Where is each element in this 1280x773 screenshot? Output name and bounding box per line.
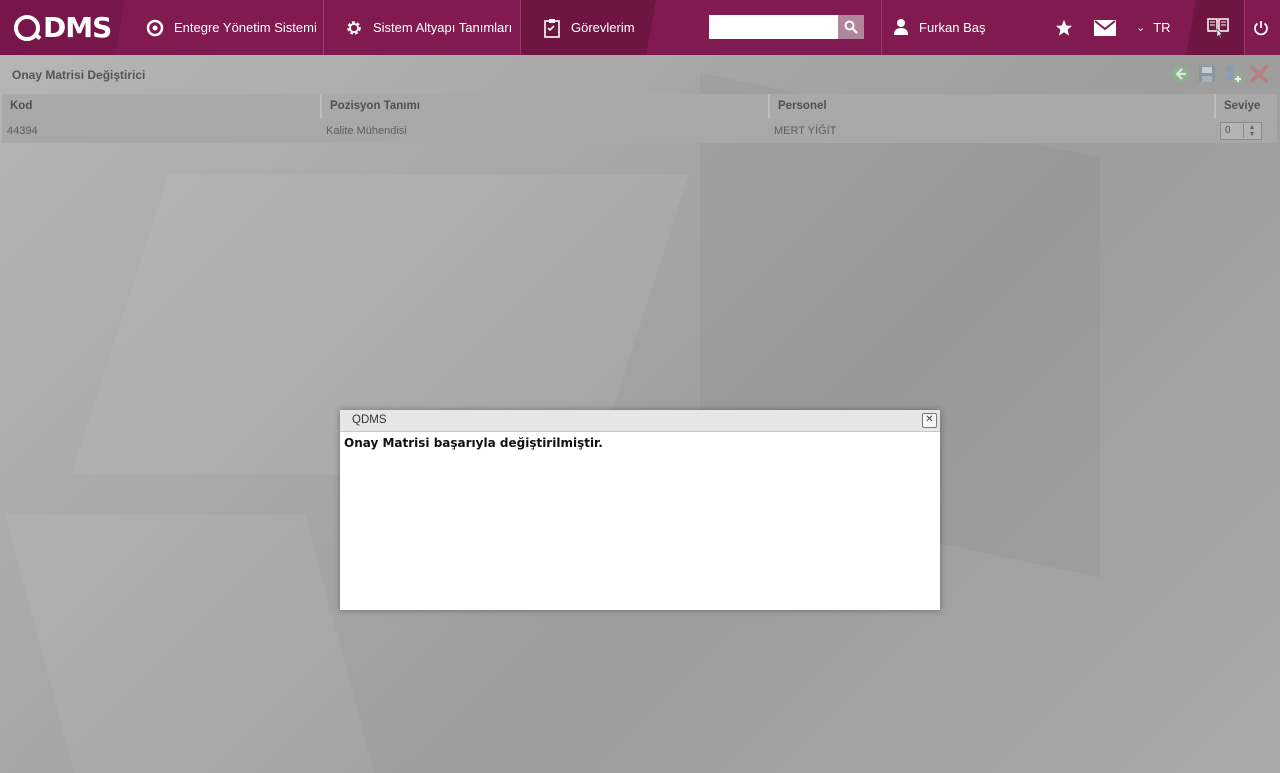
dialog-message: Onay Matrisi başarıyla değiştirilmiştir.: [344, 436, 603, 450]
page-title: Onay Matrisi Değiştirici: [12, 68, 146, 82]
nav-item-sistem[interactable]: Sistem Altyapı Tanımları: [345, 0, 512, 55]
column-header-kod[interactable]: Kod: [2, 94, 322, 118]
search-input[interactable]: [709, 15, 838, 39]
chevron-down-icon: ⌄: [1136, 22, 1146, 34]
messages-button[interactable]: [1092, 0, 1118, 55]
nav-divider: [323, 0, 324, 55]
chevron-up-icon[interactable]: ▲: [1249, 124, 1256, 131]
book-icon: [1207, 17, 1229, 38]
top-navigation-bar: DMS Entegre Yönetim Sistemi Sistem Altya…: [0, 0, 1280, 55]
dialog-close-button[interactable]: ✕: [922, 413, 937, 428]
favorites-button[interactable]: [1052, 0, 1076, 55]
approval-matrix-table: Kod Pozisyon Tanımı Personel Seviye 4439…: [2, 94, 1277, 143]
column-header-pozisyon[interactable]: Pozisyon Tanımı: [321, 94, 770, 118]
cell-pozisyon: Kalite Mühendisi: [321, 118, 769, 143]
add-user-icon: [1223, 65, 1243, 84]
nav-item-entegre[interactable]: Entegre Yönetim Sistemi: [146, 0, 317, 55]
cell-kod: 44394: [2, 118, 321, 143]
language-label: TR: [1153, 20, 1171, 35]
save-button[interactable]: [1196, 63, 1218, 85]
nav-divider: [881, 0, 882, 55]
level-stepper[interactable]: 0 ▲ ▼: [1220, 121, 1262, 140]
nav-divider: [1244, 0, 1245, 55]
table-header-row: Kod Pozisyon Tanımı Personel Seviye: [2, 94, 1277, 118]
nav-item-gorevlerim[interactable]: Görevlerim: [543, 0, 635, 55]
task-clipboard-icon: [543, 18, 561, 38]
message-dialog: QDMS ✕ Onay Matrisi başarıyla değiştiril…: [340, 410, 940, 610]
nav-item-label: Görevlerim: [571, 20, 635, 35]
language-selector[interactable]: ⌄ TR: [1136, 0, 1171, 55]
table-row[interactable]: 44394 Kalite Mühendisi MERT YİĞİT 0 ▲ ▼: [2, 118, 1277, 143]
nav-divider: [520, 0, 521, 55]
star-icon: [1055, 19, 1073, 36]
user-menu[interactable]: Furkan Baş: [893, 0, 985, 55]
mail-icon: [1094, 19, 1116, 36]
user-name: Furkan Baş: [919, 20, 986, 35]
add-user-button[interactable]: [1222, 63, 1244, 85]
nav-item-label: Entegre Yönetim Sistemi: [174, 20, 317, 35]
cell-personel: MERT YİĞİT: [769, 118, 1215, 143]
logout-button[interactable]: [1250, 0, 1272, 55]
search-button[interactable]: [838, 15, 864, 39]
stepper-arrows[interactable]: ▲ ▼: [1243, 123, 1260, 138]
logo-q-mark: [14, 14, 40, 41]
level-value: 0: [1225, 125, 1231, 136]
back-button[interactable]: [1170, 63, 1192, 85]
user-guide-button[interactable]: [1205, 0, 1231, 55]
power-icon: [1254, 20, 1268, 35]
close-x-icon: [1250, 65, 1268, 83]
cell-seviye: 0 ▲ ▼: [1215, 118, 1277, 143]
back-arrow-icon: [1172, 65, 1190, 83]
logo-text: DMS: [43, 11, 112, 44]
toolbar: [1170, 63, 1270, 85]
search-icon: [844, 20, 858, 34]
nav-item-label: Sistem Altyapı Tanımları: [373, 20, 513, 35]
qdms-circle-icon: [146, 19, 164, 37]
dialog-header: QDMS ✕: [340, 410, 940, 432]
chevron-down-icon[interactable]: ▼: [1249, 131, 1256, 138]
column-header-personel[interactable]: Personel: [769, 94, 1216, 118]
user-icon: [893, 18, 909, 38]
save-disk-icon: [1199, 66, 1215, 82]
dialog-title: QDMS: [352, 414, 387, 426]
background-facet: [5, 515, 375, 773]
gear-icon: [345, 19, 363, 37]
column-header-seviye[interactable]: Seviye: [1215, 94, 1277, 118]
delete-button[interactable]: [1248, 63, 1270, 85]
qdms-logo[interactable]: DMS: [14, 11, 112, 44]
close-icon: ✕: [925, 414, 934, 425]
